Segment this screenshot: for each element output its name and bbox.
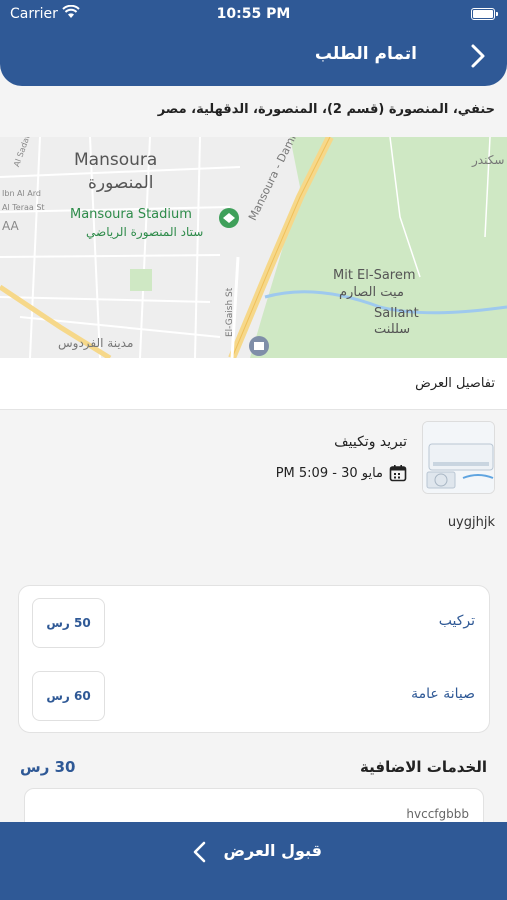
map-label-side: AA [2, 219, 19, 233]
service-date-row: مايو 30 - 5:09 PM [276, 464, 407, 482]
map-label-village2-en: Sallant [374, 306, 419, 321]
map-label-village1-ar: ميت الصارم [339, 285, 404, 300]
map-label-village1-en: Mit El-Sarem [333, 268, 416, 283]
list-item: تركيب 50 رس [19, 598, 489, 648]
extras-total: 30 رس [20, 758, 76, 776]
map-label-village2-ar: سللنت [374, 322, 411, 337]
map-label-street: El-Gaish St [225, 287, 235, 337]
accept-offer-button[interactable]: قبول العرض [0, 822, 507, 900]
address-text: حنفي، المنصورة (قسم 2)، المنصورة، الدقهل… [157, 102, 495, 117]
service-item-price: 60 رس [32, 671, 105, 721]
service-item-label: صيانة عامة [411, 686, 475, 702]
battery-icon [471, 8, 498, 20]
chevron-right-icon[interactable] [463, 42, 491, 70]
accept-offer-label: قبول العرض [223, 841, 323, 860]
chevron-left-icon [193, 841, 206, 863]
map-label-side-street2: Al Teraa St [2, 203, 45, 212]
map-label-edge: سكندر [472, 153, 505, 167]
service-note: uygjhjk [447, 515, 495, 530]
map-label-stadium-ar: ستاد المنصورة الرياضي [86, 225, 204, 239]
map-label-road: Mansoura - Damietta Rd [246, 137, 317, 223]
map-labels: Mansoura المنصورة Mansoura Stadium ستاد … [0, 137, 507, 358]
service-date: مايو 30 - 5:09 PM [275, 465, 383, 481]
map-label-city-en: Mansoura [74, 150, 158, 170]
map-label-stadium-en: Mansoura Stadium [70, 207, 192, 222]
status-bar: Carrier 10:55 PM [0, 0, 507, 28]
map-label-side-street1: Al Sadat [12, 137, 32, 169]
page-title: اتمام الطلب [314, 44, 417, 64]
offer-details-header: تفاصيل العرض [0, 358, 507, 410]
nav-bar: اتمام الطلب [0, 28, 507, 86]
service-thumbnail [422, 421, 495, 494]
clock: 10:55 PM [216, 6, 291, 22]
service-item-label: تركيب [438, 613, 475, 629]
map-label-district: مدينة الفردوس [58, 336, 134, 350]
location-map[interactable]: Mansoura المنصورة Mansoura Stadium ستاد … [0, 137, 507, 358]
service-name: تبريد وتكييف [334, 434, 407, 450]
extras-item: hvccfgbbb [406, 807, 469, 821]
offer-details-title: تفاصيل العرض [415, 376, 495, 391]
services-card: تركيب 50 رس صيانة عامة 60 رس [18, 585, 490, 733]
extras-title: الخدمات الاضافية [360, 758, 487, 776]
list-item: صيانة عامة 60 رس [19, 671, 489, 721]
service-item-price: 50 رس [32, 598, 105, 648]
calendar-icon [389, 465, 407, 482]
map-label-city-ar: المنصورة [88, 173, 154, 193]
map-label-side-street3: Ibn Al Ard [2, 189, 41, 198]
air-conditioner-icon [423, 422, 494, 493]
